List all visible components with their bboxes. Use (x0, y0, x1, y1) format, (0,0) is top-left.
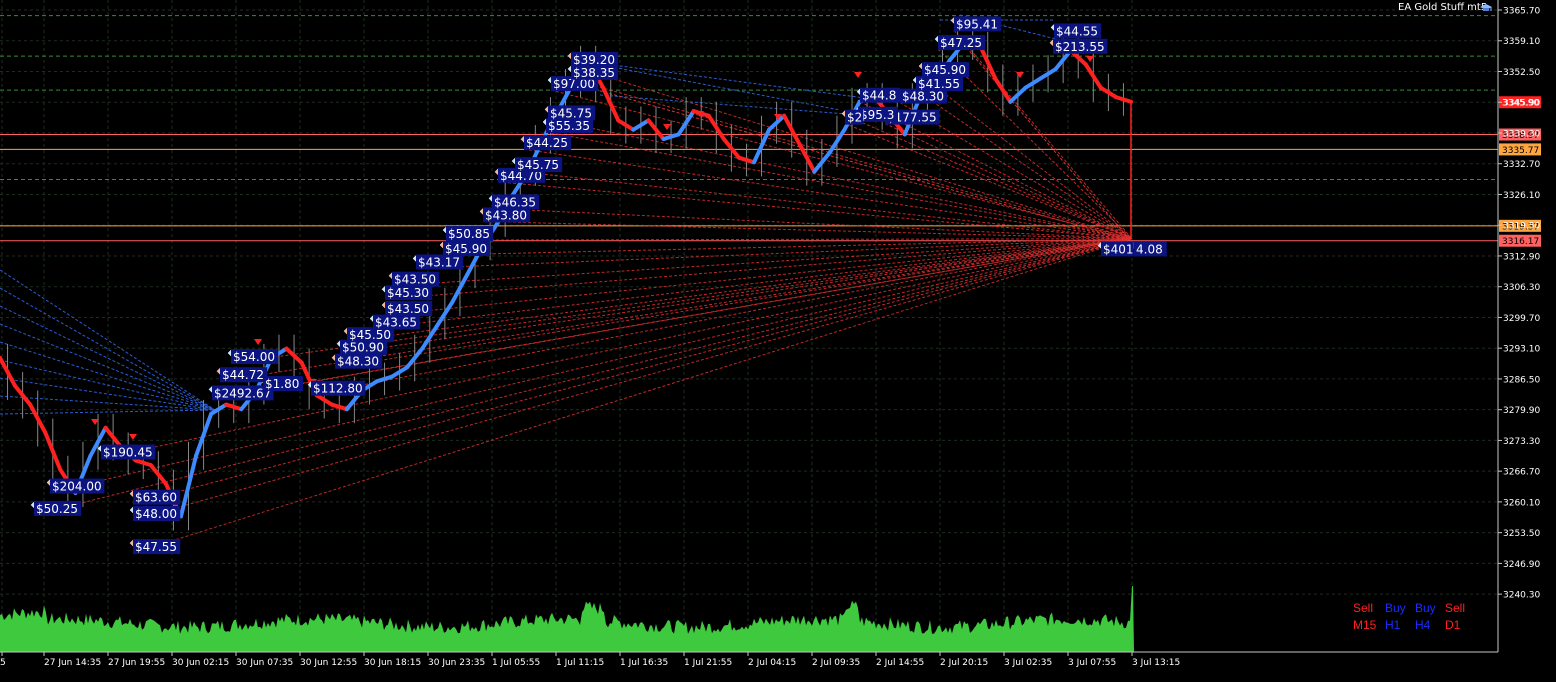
trade-label: $63.60 (135, 491, 177, 505)
trade-label: $45.90 (924, 63, 966, 77)
trade-label: $41.55 (918, 77, 960, 91)
trade-label: $43.50 (394, 273, 436, 287)
time-tick-label: 30 Jun 12:55 (300, 658, 357, 668)
trade-label: $47.25 (940, 36, 982, 50)
price-tick-label: 3306.30 (1503, 283, 1540, 293)
signal-panel: Sell Buy Buy Sell M15 H1 H4 D1 (1353, 601, 1475, 632)
trade-label: $112.80 (313, 382, 363, 396)
trade-label: $39.20 (573, 53, 615, 67)
trade-label: $43.65 (375, 316, 417, 330)
trade-label: $44.55 (1056, 24, 1098, 38)
price-tick-label: 3312.90 (1503, 252, 1540, 262)
price-tick-label: 3286.50 (1503, 375, 1540, 385)
price-tick-label: 3279.90 (1503, 406, 1540, 416)
signal-action-d1: Sell (1445, 601, 1466, 615)
trade-label: $401 (1103, 242, 1134, 256)
time-tick-label: 1 Jul 05:55 (492, 658, 540, 668)
trade-label: $2492.67 (214, 386, 271, 400)
price-tick-label: 3293.10 (1503, 345, 1540, 355)
trade-label: $1.80 (265, 377, 299, 391)
time-tick-label: 1 Jul 16:35 (620, 658, 668, 668)
signal-action-m15: Sell (1353, 601, 1374, 615)
time-tick-label: 27 Jun 14:35 (44, 658, 101, 668)
price-tick-label: 3273.30 (1503, 437, 1540, 447)
signal-timeframe-d1: D1 (1445, 618, 1461, 632)
price-tick-label: 3365.70 (1503, 7, 1540, 17)
time-axis[interactable]: 5 27 Jun 14:35 27 Jun 19:55 30 Jun 02:15 30 … (0, 652, 1180, 668)
trade-label: $204.00 (52, 480, 102, 494)
trade-label: $95.41 (956, 17, 998, 31)
plot-background (0, 0, 1498, 652)
trade-label: $44.72 (222, 368, 264, 382)
time-tick-label: 30 Jun 18:15 (364, 658, 421, 668)
time-tick-label: 30 Jun 23:35 (428, 658, 485, 668)
signal-timeframe-h1: H1 (1385, 618, 1401, 632)
time-tick-label: 3 Jul 02:35 (1004, 658, 1052, 668)
price-tick-label: 3246.90 (1503, 560, 1540, 570)
time-tick-label: 5 (0, 658, 6, 668)
trade-label: $50.85 (448, 227, 490, 241)
price-tick-label: 3260.10 (1503, 498, 1540, 508)
level-price-label: 3316.17 (1502, 237, 1539, 247)
price-tick-label: 3332.70 (1503, 160, 1540, 170)
time-tick-label: 30 Jun 02:15 (172, 658, 229, 668)
price-tick-label: 3345.90 (1503, 99, 1540, 109)
trade-label: $48.30 (337, 355, 379, 369)
time-tick-label: 2 Jul 04:15 (748, 658, 796, 668)
price-tick-label: 3253.50 (1503, 529, 1540, 539)
signal-action-h1: Buy (1385, 601, 1406, 615)
trade-label: $43.50 (387, 302, 429, 316)
price-chart[interactable]: 3338.97 3335.77 3319.37 3316.17 3345.90 $50.… (0, 0, 1556, 678)
expert-advisor-name: EA Gold Stuff mt5 (1398, 2, 1488, 13)
trade-label: $48.30 (902, 90, 944, 104)
trade-label: $45.75 (517, 158, 559, 172)
trade-label: $2 (847, 111, 862, 125)
trade-label: $190.45 (103, 446, 153, 460)
chart-canvas[interactable]: 3338.973335.773319.373316.173345.90 $50.… (0, 0, 1556, 678)
trade-label: $50.90 (342, 341, 384, 355)
trade-label: $43.80 (485, 208, 527, 222)
signal-action-h4: Buy (1415, 601, 1436, 615)
signal-timeframe-h4: H4 (1415, 618, 1431, 632)
price-axis[interactable]: 3365.70 3359.10 3352.50 3345.90 3339.30 3332.… (1498, 7, 1540, 601)
trade-label: $95.3 (860, 108, 894, 122)
price-tick-label: 3299.70 (1503, 314, 1540, 324)
price-tick-label: 3319.50 (1503, 222, 1540, 232)
price-tick-label: 3359.10 (1503, 37, 1540, 47)
trade-label: $44.25 (526, 136, 568, 150)
price-tick-label: 3240.30 (1503, 591, 1540, 601)
time-tick-label: 2 Jul 14:55 (876, 658, 924, 668)
trade-label: $50.25 (36, 502, 78, 516)
trade-label: $46.35 (494, 195, 536, 209)
trade-label: 4.08 (1136, 242, 1163, 256)
time-tick-label: 30 Jun 07:35 (236, 658, 293, 668)
trade-label: $43.17 (418, 255, 460, 269)
trade-label: $38.35 (573, 66, 615, 80)
level-price-label: 3335.77 (1502, 146, 1539, 156)
time-tick-label: 2 Jul 20:15 (940, 658, 988, 668)
trade-label: $47.55 (135, 540, 177, 554)
price-tick-label: 3352.50 (1503, 68, 1540, 78)
time-tick-label: 3 Jul 13:15 (1132, 658, 1180, 668)
time-tick-label: 3 Jul 07:55 (1068, 658, 1116, 668)
trade-label: $55.35 (548, 119, 590, 133)
trade-label: $45.50 (349, 328, 391, 342)
trade-label: $45.90 (445, 242, 487, 256)
time-tick-label: 2 Jul 09:35 (812, 658, 860, 668)
signal-timeframe-m15: M15 (1353, 618, 1377, 632)
trade-label: $45.75 (550, 106, 592, 120)
trade-label: $48.00 (135, 507, 177, 521)
time-tick-label: 1 Jul 11:15 (556, 658, 604, 668)
trade-label: $45.30 (387, 286, 429, 300)
price-tick-label: 3339.30 (1503, 129, 1540, 139)
price-tick-label: 3266.70 (1503, 468, 1540, 478)
trade-label: $44.8 (862, 89, 896, 103)
trade-label: $213.55 (1055, 40, 1105, 54)
time-tick-label: 1 Jul 21:55 (684, 658, 732, 668)
trade-label: $54.00 (233, 350, 275, 364)
price-tick-label: 3326.10 (1503, 191, 1540, 201)
time-tick-label: 27 Jun 19:55 (108, 658, 165, 668)
graduation-cap-icon[interactable] (1480, 3, 1492, 13)
